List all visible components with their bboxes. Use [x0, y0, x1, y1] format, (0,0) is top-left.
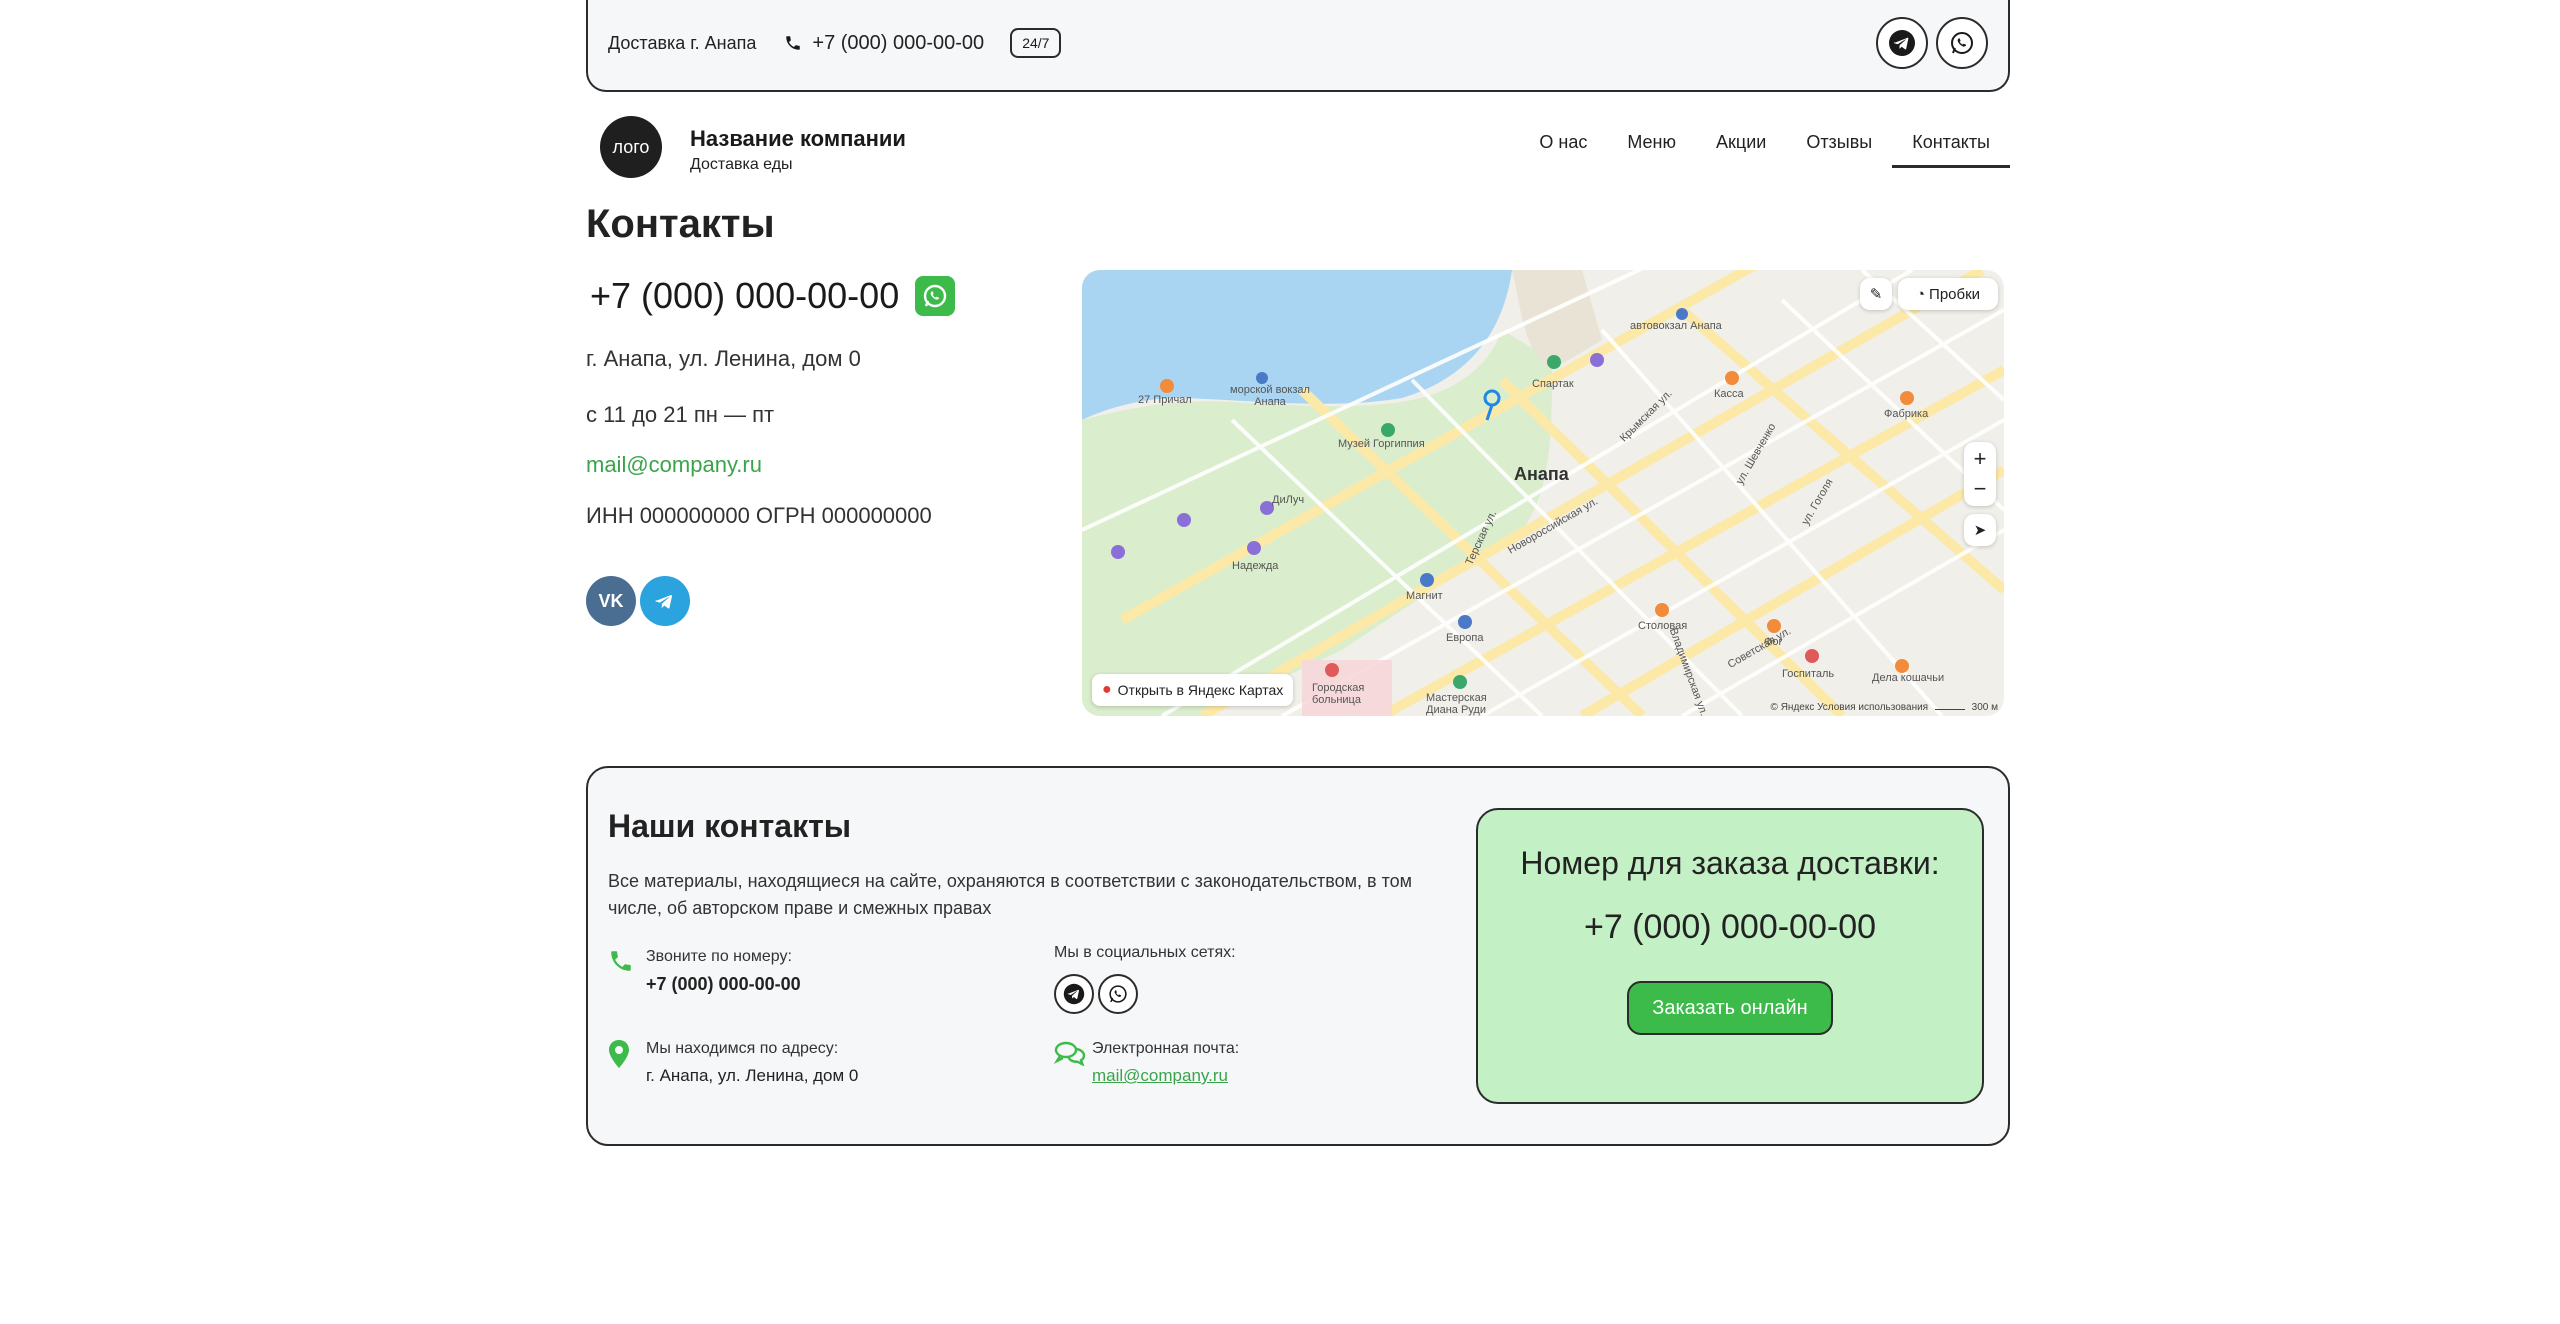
nav-menu[interactable]: Меню [1607, 132, 1696, 168]
telegram-button[interactable] [640, 576, 690, 626]
whatsapp-icon [1951, 32, 1973, 54]
vk-button[interactable]: VK [586, 576, 636, 626]
whatsapp-button[interactable] [1098, 974, 1138, 1014]
contacts-phone[interactable]: +7 (000) 000-00-00 [590, 275, 899, 317]
scale-bar [1934, 709, 1965, 710]
footer-address: Мы находимся по адресу: г. Анапа, ул. Ле… [608, 1040, 858, 1086]
telegram-icon [655, 594, 673, 609]
map-pin-icon: ● [1102, 681, 1112, 698]
company-name: Название компании [690, 126, 906, 151]
geolocation-button[interactable]: ➤ [1964, 514, 1996, 546]
company-subtitle: Доставка еды [690, 156, 793, 173]
footer-socials: Мы в социальных сетях: [1054, 944, 1236, 1014]
map-label-station: морской вокзал Анапа [1230, 384, 1310, 408]
whatsapp-icon [1109, 985, 1127, 1003]
order-online-button[interactable]: Заказать онлайн [1627, 981, 1833, 1035]
traffic-icon: ◔ [1915, 285, 1926, 303]
zoom-out-button[interactable]: − [1974, 474, 1987, 504]
map-widget[interactable]: ✎ ◔ Пробки + − ➤ Анапа морской вокзал Ан… [1082, 270, 2004, 716]
nav-about[interactable]: О нас [1519, 132, 1607, 168]
nav-promos[interactable]: Акции [1696, 132, 1786, 168]
map-label-bolnica: Городская больница [1312, 682, 1365, 706]
location-pin-icon [608, 1040, 644, 1086]
address-value: г. Анапа, ул. Ленина, дом 0 [646, 1066, 859, 1085]
traffic-label: Пробки [1929, 285, 1981, 303]
address-label: Мы находимся по адресу: [646, 1040, 839, 1057]
map-label-bus: автовокзал Анапа [1630, 320, 1722, 332]
email-link[interactable]: mail@company.ru [1092, 1066, 1239, 1086]
email-label: Электронная почта: [1092, 1040, 1240, 1057]
telegram-button[interactable] [1054, 974, 1094, 1014]
ruler-icon: ✎ [1869, 286, 1883, 303]
contacts-email[interactable]: mail@company.ru [586, 452, 762, 478]
call-label: Звоните по номеру: [646, 948, 792, 965]
map-label-fabrika: Фабрика [1884, 408, 1929, 420]
footer-copyright-text: Все материалы, находящиеся на сайте, охр… [608, 871, 1413, 918]
telegram-icon [1063, 983, 1085, 1005]
whatsapp-button[interactable] [1936, 17, 1988, 69]
map-copyright-text[interactable]: © Яндекс Условия использования [1771, 702, 1929, 713]
whatsapp-icon [924, 284, 947, 308]
map-label-prichal: 27 Причал [1138, 394, 1192, 406]
site-header: лого Название компании Доставка еды О на… [600, 116, 2010, 178]
footer-call: Звоните по номеру: +7 (000) 000-00-00 [608, 948, 801, 995]
page-title: Контакты [586, 202, 775, 246]
map-scale: 300 м [1971, 702, 1998, 713]
nav-reviews[interactable]: Отзывы [1786, 132, 1892, 168]
main-nav: О нас Меню Акции Отзывы Контакты [1519, 132, 2010, 168]
footer-title: Наши контакты [608, 808, 852, 844]
top-socials [1876, 17, 1988, 69]
footer-email: Электронная почта: mail@company.ru [1053, 1040, 1240, 1086]
contacts-hours: с 11 до 21 пн — пт [586, 402, 775, 427]
contacts-phone-row: +7 (000) 000-00-00 [590, 275, 956, 317]
telegram-icon [1889, 30, 1915, 56]
brand: Название компании Доставка еды [690, 126, 906, 174]
contacts-footer: Наши контакты Все материалы, находящиеся… [586, 766, 2010, 1146]
contacts-socials: VK [586, 576, 690, 626]
map-label-nadezhda: Надежда [1232, 560, 1279, 572]
hours-badge: 24/7 [1010, 28, 1062, 58]
traffic-button[interactable]: ◔ Пробки [1898, 278, 1998, 310]
phone-icon [786, 36, 801, 50]
geolocation-icon: ➤ [1973, 522, 1987, 539]
order-title: Номер для заказа доставки: [1520, 845, 1940, 881]
order-phone[interactable]: +7 (000) 000-00-00 [1478, 908, 1982, 947]
chat-icon [1053, 1040, 1090, 1086]
logo[interactable]: лого [600, 116, 662, 178]
map-label-magnit: Магнит [1406, 590, 1443, 602]
map-label-dela: Дела кошачьи [1872, 672, 1945, 684]
map-city-label: Анапа [1514, 464, 1569, 484]
order-box: Номер для заказа доставки: +7 (000) 000-… [1476, 808, 1984, 1104]
map-label-diana: Мастерская Диана Руди [1426, 692, 1487, 716]
ruler-button[interactable]: ✎ [1860, 278, 1892, 310]
open-in-yandex-label: Открыть в Яндекс Картах [1117, 682, 1284, 698]
phone-icon [608, 948, 644, 995]
zoom-in-button[interactable]: + [1974, 444, 1987, 474]
telegram-button[interactable] [1876, 17, 1928, 69]
zoom-controls: + − [1964, 442, 1996, 506]
map-label-hospital: Госпиталь [1782, 668, 1835, 680]
top-phone-number: +7 (000) 000-00-00 [812, 31, 985, 54]
top-bar: Доставка г. Анапа +7 (000) 000-00-00 24/… [586, 0, 2010, 92]
call-number[interactable]: +7 (000) 000-00-00 [646, 974, 801, 995]
top-phone-link[interactable]: +7 (000) 000-00-00 [784, 32, 984, 55]
vk-icon: VK [598, 590, 624, 611]
social-label: Мы в социальных сетях: [1054, 944, 1236, 961]
map-label-spartak: Спартак [1532, 378, 1574, 390]
map-copyright: © Яндекс Условия использования 300 м [1771, 702, 1998, 713]
map-label-europa: Европа [1446, 632, 1484, 644]
contacts-legal: ИНН 000000000 ОГРН 000000000 [586, 503, 932, 528]
map-canvas[interactable] [1082, 270, 2004, 716]
map-label-dilych: ДиЛуч [1272, 494, 1305, 506]
map-label-museum: Музей Горгиппия [1338, 438, 1425, 450]
nav-contacts[interactable]: Контакты [1892, 132, 2010, 168]
open-in-yandex-maps[interactable]: ● Открыть в Яндекс Картах [1092, 674, 1294, 706]
contacts-address: г. Анапа, ул. Ленина, дом 0 [586, 346, 861, 371]
map-label-kassa: Касса [1714, 388, 1744, 400]
delivery-city: Доставка г. Анапа [608, 32, 757, 53]
whatsapp-square-button[interactable] [915, 276, 956, 316]
